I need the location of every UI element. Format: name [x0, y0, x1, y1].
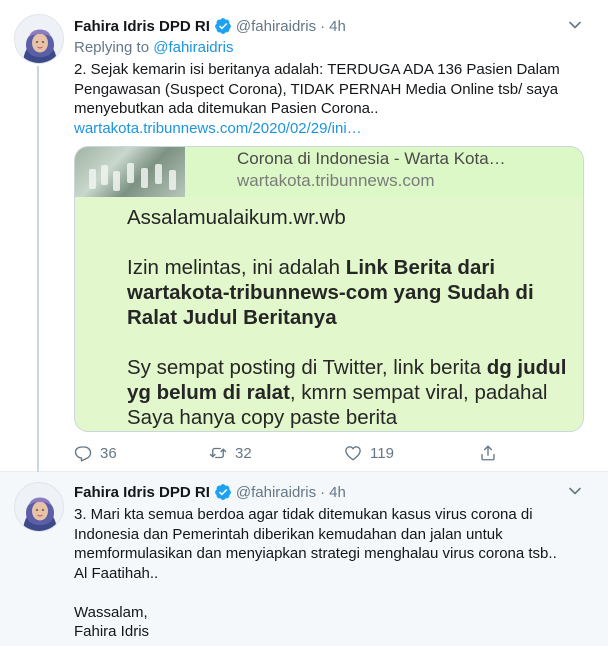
reply-icon [74, 446, 92, 462]
separator-dot: · [320, 17, 326, 35]
link-card[interactable]: Corona di Indonesia - Warta Kota… wartak… [74, 146, 584, 432]
chevron-down-icon[interactable] [568, 484, 582, 498]
tweet-text-line: Pengawasan (Suspect Corona), TIDAK PERNA… [74, 80, 559, 98]
replying-to-handle[interactable]: @fahiraidris [153, 39, 233, 56]
tweet-link[interactable]: wartakota.tribunnews.com/2020/02/29/ini… [74, 120, 362, 137]
tweet-text: 2. Sejak kemarin isi beritanya adalah: T… [74, 60, 574, 138]
share-button[interactable] [479, 444, 505, 462]
author-handle[interactable]: @fahiraidris [236, 18, 316, 35]
tweet-text-line: memformulasikan dan menyiapkan strategi … [74, 545, 557, 562]
tweet-text-line: 3. Mari kta semua berdoa agar tidak dite… [74, 506, 533, 523]
tweet-text-line: Indonesia dan Pemerintah diberikan kemud… [74, 525, 503, 543]
card-thumbnail [75, 147, 185, 197]
author-name[interactable]: Fahira Idris DPD RI [74, 18, 210, 35]
action-bar: 36 32 119 [74, 442, 514, 464]
retweet-button[interactable]: 32 [209, 444, 252, 462]
tweet-text-line: menyebutkan ada ditemukan Pasien Corona.… [74, 100, 379, 117]
retweet-count: 32 [235, 444, 252, 462]
avatar[interactable] [14, 14, 64, 64]
thread-line [37, 66, 39, 472]
chevron-down-icon[interactable] [568, 18, 582, 32]
card-message: Assalamualaikum.wr.wb Izin melintas, ini… [127, 205, 577, 431]
reply-button[interactable]: 36 [74, 444, 117, 462]
card-paragraph-text: Sy sempat posting di Twitter, link berit… [127, 356, 487, 379]
like-button[interactable]: 119 [344, 444, 394, 462]
tweet-text-blank [74, 583, 574, 603]
timestamp[interactable]: 4h [329, 484, 346, 501]
card-paragraph: Sy sempat posting di Twitter, link berit… [127, 355, 577, 430]
verified-badge-icon [214, 17, 232, 35]
separator-dot: · [320, 483, 326, 501]
tweet-text-line: 2. Sejak kemarin isi beritanya adalah: T… [74, 61, 560, 78]
tweet-text-line: Wassalam, [74, 603, 148, 621]
avatar[interactable] [14, 482, 64, 532]
card-domain: wartakota.tribunnews.com [237, 171, 435, 190]
tweet-header: Fahira Idris DPD RI @fahiraidris · 4h [74, 482, 346, 502]
timestamp[interactable]: 4h [329, 18, 346, 35]
tweet-2[interactable]: Fahira Idris DPD RI @fahiraidris · 4h 3.… [0, 472, 608, 646]
replying-to: Replying to @fahiraidris [74, 39, 233, 56]
verified-badge-icon [214, 483, 232, 501]
replying-to-label: Replying to [74, 39, 150, 56]
like-count: 119 [370, 444, 394, 462]
tweet-1[interactable]: Fahira Idris DPD RI @fahiraidris · 4h Re… [0, 0, 608, 472]
author-handle[interactable]: @fahiraidris [236, 484, 316, 501]
tweet-text-line: Fahira Idris [74, 623, 150, 640]
retweet-icon [209, 447, 227, 459]
heart-icon [345, 446, 361, 461]
card-greeting: Assalamualaikum.wr.wb [127, 206, 346, 229]
tweet-text-line: Al Faatihah.. [74, 564, 159, 582]
card-title: Corona di Indonesia - Warta Kota… [237, 149, 506, 168]
card-paragraph: Izin melintas, ini adalah Link Berita da… [127, 255, 577, 330]
tweet-text: 3. Mari kta semua berdoa agar tidak dite… [74, 505, 574, 642]
card-paragraph-text: Izin melintas, ini adalah [127, 256, 346, 279]
reply-count: 36 [100, 444, 117, 462]
share-icon [481, 445, 495, 461]
tweet-header: Fahira Idris DPD RI @fahiraidris · 4h [74, 16, 346, 36]
author-name[interactable]: Fahira Idris DPD RI [74, 484, 210, 501]
